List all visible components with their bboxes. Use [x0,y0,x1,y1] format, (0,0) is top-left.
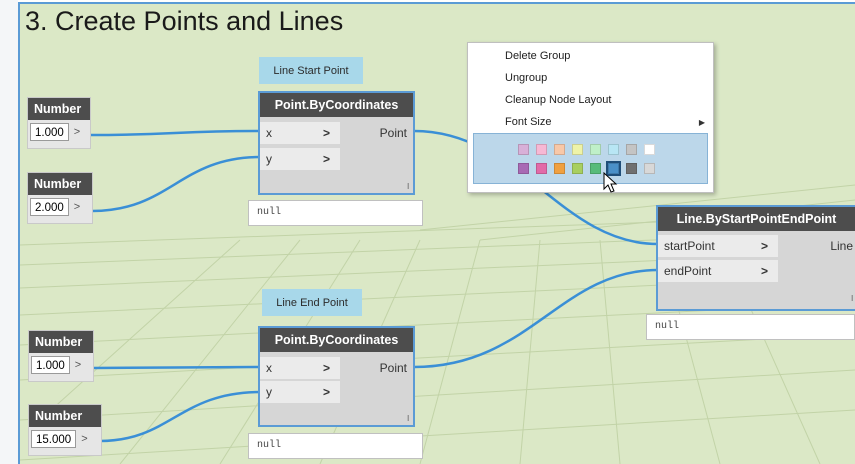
menu-item-delete-group[interactable]: Delete Group [505,50,570,62]
color-swatch[interactable] [626,144,637,155]
node-preview[interactable]: null [248,433,423,459]
number-node-title: Number [28,173,92,195]
number-node[interactable]: Number 1.000 > [27,97,91,149]
wire-point2-to-endpoint [413,268,659,369]
menu-item-font-size[interactable]: Font Size [505,116,551,128]
port-arrow: > [760,239,768,253]
number-value-input[interactable]: 1.000 [30,123,69,141]
input-port-x[interactable]: x > [260,357,340,379]
input-port-x[interactable]: x > [260,122,340,144]
color-swatch[interactable] [626,163,637,174]
lacing-indicator: l [851,294,853,303]
output-port-point[interactable]: Point [380,126,407,140]
color-swatch[interactable] [644,144,655,155]
color-swatch[interactable] [590,163,601,174]
color-swatch[interactable] [518,144,529,155]
node-title: Line.ByStartPointEndPoint [658,207,855,231]
input-port-y[interactable]: y > [260,381,340,403]
color-swatch[interactable] [554,163,565,174]
port-arrow: > [322,126,330,140]
node-preview[interactable]: null [248,200,423,226]
output-port-point[interactable]: Point [380,361,407,375]
port-label: y [266,385,272,399]
mouse-cursor-icon [603,172,618,193]
number-value-input[interactable]: 1.000 [31,356,70,374]
node-title: Point.ByCoordinates [260,93,413,117]
note-line-start-point[interactable]: Line Start Point [259,57,363,84]
note-line-end-point[interactable]: Line End Point [262,289,362,316]
number-node-title: Number [29,405,101,427]
number-output-port[interactable]: > [75,359,81,371]
wire-number4-to-y [99,390,261,443]
color-swatch[interactable] [536,163,547,174]
lacing-indicator: l [407,414,409,423]
lacing-indicator: l [407,182,409,191]
port-arrow: > [760,264,768,278]
wire-number1-to-x [89,129,261,137]
submenu-arrow-icon: ▶ [698,118,705,127]
point-by-coordinates-node[interactable]: Point.ByCoordinates x > y > Point l [258,326,415,427]
wire-number2-to-y [91,155,261,213]
color-swatch[interactable] [554,144,565,155]
output-port-line[interactable]: Line [830,239,853,253]
port-label: x [266,126,272,140]
point-by-coordinates-node[interactable]: Point.ByCoordinates x > y > Point l [258,91,415,195]
color-swatch[interactable] [572,144,583,155]
color-swatch[interactable] [608,144,619,155]
port-arrow: > [322,152,330,166]
number-node-title: Number [29,331,93,353]
group-context-menu: Delete Group Ungroup Cleanup Node Layout… [467,42,714,193]
number-node[interactable]: Number 15.000 > [28,404,102,456]
node-preview[interactable]: null [646,314,855,340]
port-label: endPoint [664,264,712,278]
group-title[interactable]: 3. Create Points and Lines [25,6,343,37]
group-color-palette [473,133,708,184]
number-node[interactable]: Number 1.000 > [28,330,94,382]
number-output-port[interactable]: > [81,433,87,445]
color-swatch[interactable] [590,144,601,155]
node-title: Point.ByCoordinates [260,328,413,352]
number-output-port[interactable]: > [74,126,80,138]
port-arrow: > [322,361,330,375]
number-node[interactable]: Number 2.000 > [27,172,93,224]
input-port-endpoint[interactable]: endPoint > [658,260,778,282]
color-swatch[interactable] [644,163,655,174]
wire-number3-to-x [91,365,261,370]
port-arrow: > [322,385,330,399]
port-label: x [266,361,272,375]
menu-item-cleanup-node-layout[interactable]: Cleanup Node Layout [505,94,611,106]
color-swatch[interactable] [572,163,583,174]
port-label: y [266,152,272,166]
input-port-startpoint[interactable]: startPoint > [658,235,778,257]
menu-item-ungroup[interactable]: Ungroup [505,72,547,84]
line-by-start-point-end-point-node[interactable]: Line.ByStartPointEndPoint startPoint > e… [656,205,855,311]
color-swatch[interactable] [536,144,547,155]
port-label: startPoint [664,239,715,253]
number-output-port[interactable]: > [74,201,80,213]
number-value-input[interactable]: 2.000 [30,198,69,216]
number-value-input[interactable]: 15.000 [31,430,77,448]
input-port-y[interactable]: y > [260,148,340,170]
number-node-title: Number [28,98,90,120]
color-swatch[interactable] [518,163,529,174]
